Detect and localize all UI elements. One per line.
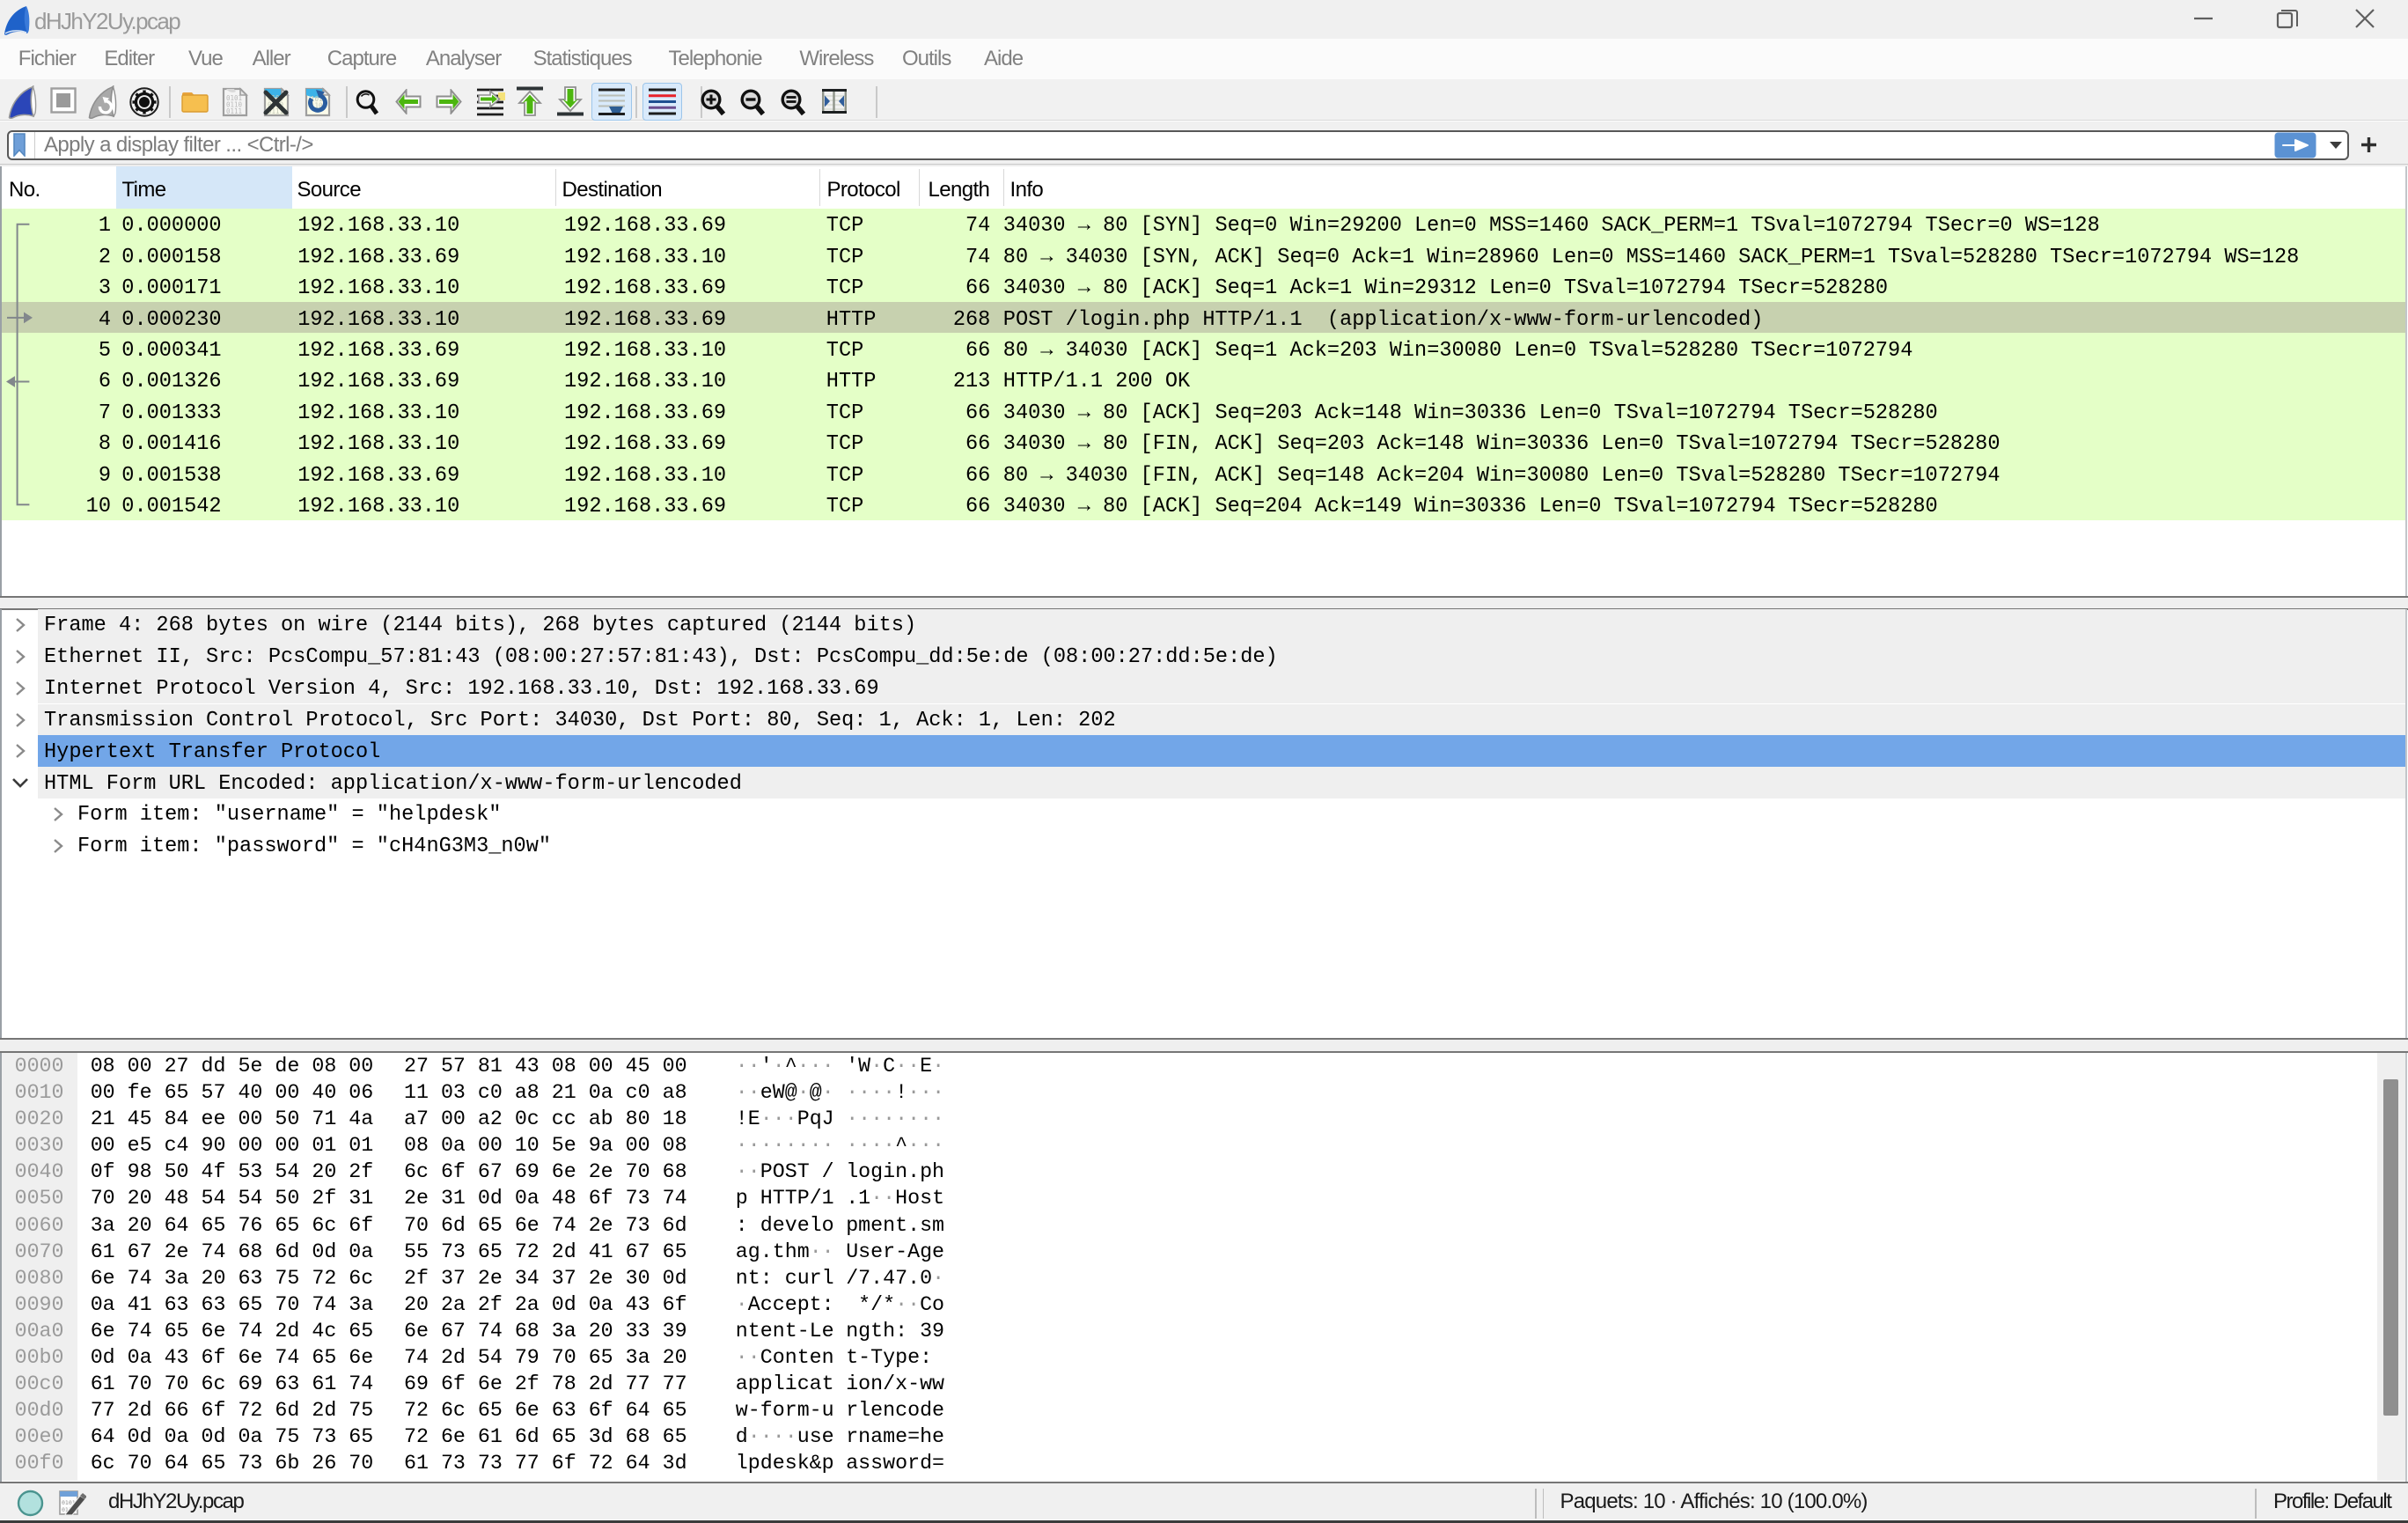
svg-text:0111: 0111 xyxy=(226,107,242,115)
